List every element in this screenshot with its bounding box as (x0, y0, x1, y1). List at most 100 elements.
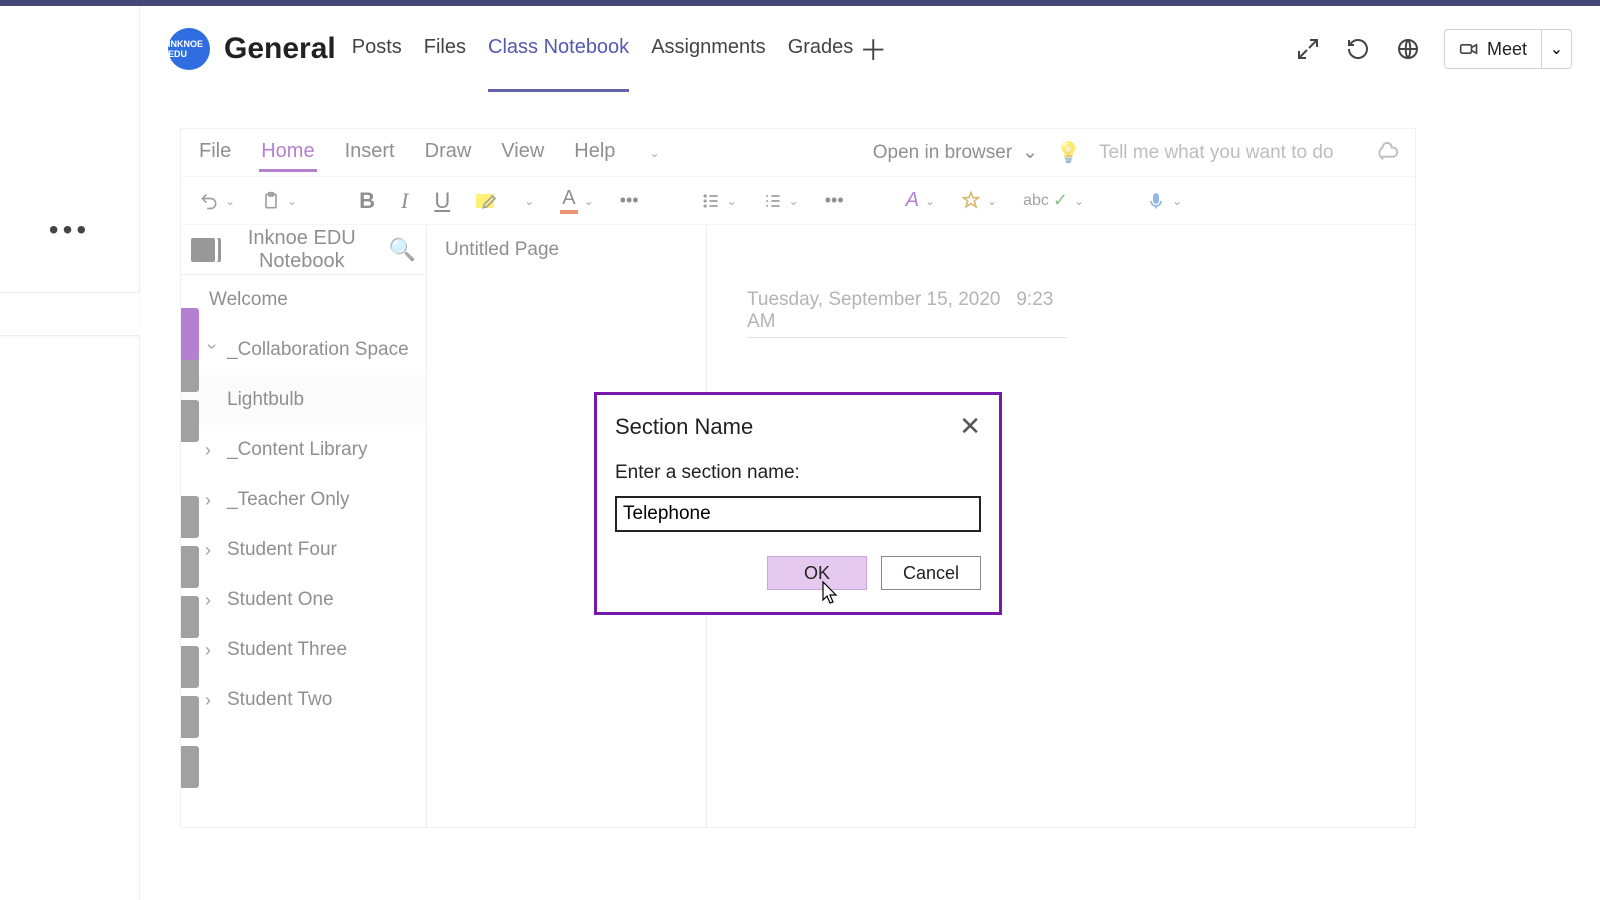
font-color-glyph: A (560, 187, 577, 214)
dialog-prompt: Enter a section name: (615, 462, 981, 484)
sync-status-icon[interactable] (1377, 142, 1399, 164)
font-more-button[interactable]: ••• (616, 185, 643, 217)
plus-icon: ＋ (859, 29, 887, 69)
tell-me-search[interactable]: Tell me what you want to do (1099, 142, 1359, 164)
onenote-menu-view[interactable]: View (499, 134, 546, 172)
highlight-button[interactable]: ⌄ (472, 185, 538, 217)
section-tab[interactable] (181, 596, 199, 638)
spellcheck-button[interactable]: abc✓⌄ (1019, 185, 1088, 217)
numbered-list-button[interactable]: ⌄ (759, 185, 803, 217)
section-item[interactable]: › _Collaboration Space (181, 325, 426, 375)
chevron-down-icon: ⌄ (524, 194, 534, 208)
chevron-down-icon: ⌄ (1172, 194, 1182, 208)
chevron-icon: › (205, 640, 219, 661)
expand-button[interactable] (1294, 35, 1322, 63)
chevron-down-icon: ⌄ (225, 194, 235, 208)
open-in-browser-button[interactable]: Open in browser ⌄ (873, 141, 1038, 164)
section-item[interactable]: ›Student Four (181, 525, 426, 575)
meet-dropdown-button[interactable]: ⌄ (1541, 30, 1571, 68)
chevron-down-icon: ⌄ (727, 194, 737, 208)
team-avatar[interactable]: INKNOE EDU (168, 28, 210, 70)
ok-button[interactable]: OK (767, 556, 867, 590)
globe-icon (1396, 37, 1420, 61)
chevron-icon: › (205, 440, 219, 461)
channel-name: General (224, 32, 336, 66)
tab-grades[interactable]: Grades (788, 6, 854, 92)
section-label: Lightbulb (227, 389, 304, 411)
onenote-menu-file[interactable]: File (197, 134, 233, 172)
add-tab-button[interactable]: ＋ (859, 35, 887, 63)
section-item[interactable]: ›_Content Library (181, 425, 426, 475)
dictate-button[interactable]: ⌄ (1142, 185, 1186, 217)
onenote-toolbar: ⌄ ⌄ B I U ⌄ A⌄ ••• ⌄ ⌄ ••• A⌄ ⌄ abc✓⌄ ⌄ (181, 177, 1415, 225)
section-item[interactable]: ›Student Three (181, 625, 426, 675)
bold-button[interactable]: B (355, 185, 379, 217)
section-tab[interactable] (181, 496, 199, 538)
section-color-tabs (181, 384, 201, 796)
section-tab-active[interactable] (181, 308, 199, 360)
section-tab[interactable] (181, 646, 199, 688)
chevron-down-icon: ⌄ (1074, 194, 1084, 208)
channel-header: INKNOE EDU General Posts Files Class Noteb… (140, 6, 1600, 92)
page-item[interactable]: Untitled Page (427, 225, 706, 275)
chevron-down-icon: ⌄ (1550, 39, 1563, 59)
section-tab[interactable] (181, 696, 199, 738)
chevron-down-icon: ⌄ (987, 194, 997, 208)
search-button[interactable]: 🔍 (389, 237, 416, 263)
section-tab[interactable] (181, 746, 199, 788)
section-name-input[interactable] (615, 496, 981, 532)
tab-posts[interactable]: Posts (352, 6, 402, 92)
paste-button[interactable]: ⌄ (257, 185, 301, 217)
font-color-button[interactable]: A⌄ (556, 185, 597, 217)
onenote-menubar: File Home Insert Draw View Help ⌄ Open in bro… (181, 129, 1415, 177)
lightbulb-icon: 💡 (1056, 140, 1081, 165)
chevron-icon: › (202, 343, 223, 357)
left-app-rail: ••• (0, 6, 140, 900)
tab-class notebook[interactable]: Class Notebook (488, 6, 629, 92)
dialog-close-button[interactable]: ✕ (959, 411, 981, 442)
ellipsis-icon: ••• (825, 190, 844, 211)
cancel-button[interactable]: Cancel (881, 556, 981, 590)
section-item[interactable]: ›_Teacher Only (181, 475, 426, 525)
section-label: Student Two (227, 689, 332, 711)
tab-files[interactable]: Files (424, 6, 466, 92)
refresh-button[interactable] (1344, 35, 1372, 63)
more-apps-button[interactable]: ••• (0, 214, 139, 246)
meet-button[interactable]: Meet (1445, 39, 1541, 60)
section-item[interactable]: › Student One (181, 575, 426, 625)
website-button[interactable] (1394, 35, 1422, 63)
onenote-menu-help[interactable]: Help (572, 134, 617, 172)
section-tab[interactable] (181, 400, 199, 442)
section-item[interactable]: › Student Two (181, 675, 426, 725)
notebook-icon[interactable] (191, 238, 215, 262)
section-name-dialog: Section Name ✕ Enter a section name: OK … (594, 392, 1002, 615)
undo-button[interactable]: ⌄ (195, 185, 239, 217)
onenote-menu-insert[interactable]: Insert (343, 134, 397, 172)
onenote-menu-home[interactable]: Home (259, 134, 316, 172)
styles-button[interactable]: A⌄ (902, 185, 939, 217)
ellipsis-icon: ••• (49, 214, 90, 245)
chevron-icon: › (205, 690, 219, 711)
tags-button[interactable]: ⌄ (957, 185, 1001, 217)
section-item[interactable]: Lightbulb (181, 375, 426, 425)
notebook-title-row: Inknoe EDU Notebook 🔍 (181, 225, 426, 275)
chevron-down-icon: ⌄ (925, 194, 935, 208)
chevron-icon: › (205, 590, 219, 611)
bulleted-list-button[interactable]: ⌄ (697, 185, 741, 217)
italic-button[interactable]: I (397, 185, 412, 217)
onenote-menu-draw[interactable]: Draw (423, 134, 474, 172)
notebook-title[interactable]: Inknoe EDU Notebook (225, 227, 379, 273)
selected-team-indicator[interactable] (0, 292, 140, 336)
underline-button[interactable]: U (430, 185, 454, 217)
section-tab[interactable] (181, 546, 199, 588)
meet-label: Meet (1487, 39, 1527, 60)
paragraph-more-button[interactable]: ••• (821, 185, 848, 217)
tab-assignments[interactable]: Assignments (651, 6, 766, 92)
section-label: _Collaboration Space (227, 339, 409, 361)
close-icon: ✕ (959, 411, 981, 441)
more-menu-button[interactable]: ⌄ (643, 137, 663, 169)
spellcheck-glyph: abc (1023, 192, 1049, 210)
section-item[interactable]: Welcome (181, 275, 426, 325)
section-label: Student Four (227, 539, 337, 561)
section-label: Student One (227, 589, 334, 611)
